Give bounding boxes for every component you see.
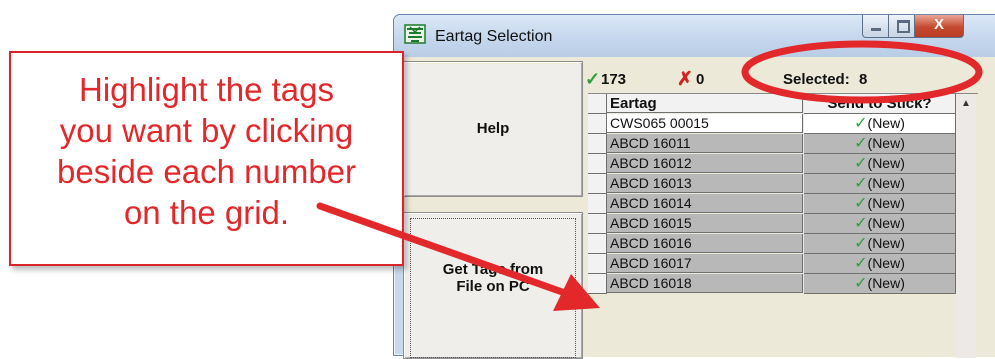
help-button[interactable]: Help [403, 61, 583, 197]
eartag-cell[interactable]: ABCD 16011 [607, 134, 803, 153]
send-to-stick-cell[interactable]: ✓(New) [804, 114, 956, 134]
send-status-text: (New) [867, 215, 905, 231]
send-status-text: (New) [867, 115, 905, 131]
callout-line: beside each number [56, 153, 357, 190]
row-selector-cell[interactable] [588, 274, 607, 294]
client-area: Help Get Tags from File on PC ✓ 173 ✗ 0 … [403, 57, 995, 359]
help-button-label: Help [476, 120, 510, 137]
send-to-stick-cell[interactable]: ✓(New) [804, 134, 956, 154]
table-row[interactable]: ABCD 16014 ✓(New) [588, 194, 976, 214]
table-row[interactable]: ABCD 16018 ✓(New) [588, 274, 976, 294]
check-icon: ✓ [854, 275, 868, 292]
eartag-grid: Eartag Send to Stick? CWS065 00015 ✓(New)… [588, 93, 978, 358]
table-row[interactable]: ABCD 16017 ✓(New) [588, 254, 976, 274]
app-icon [404, 24, 426, 44]
header-selector-cell[interactable] [588, 94, 607, 114]
send-status-text: (New) [867, 235, 905, 251]
row-selector-cell[interactable] [588, 214, 607, 234]
send-status-text: (New) [867, 155, 905, 171]
ok-check-icon: ✓ [585, 69, 601, 89]
row-selector-cell[interactable] [588, 174, 607, 194]
status-row: ✓ 173 ✗ 0 Selected: 8 [585, 61, 985, 95]
minimize-button[interactable] [862, 15, 889, 38]
check-icon: ✓ [854, 215, 868, 232]
selected-count: 8 [859, 71, 868, 88]
column-header-send-to-stick[interactable]: Send to Stick? [804, 94, 956, 114]
eartag-cell[interactable]: ABCD 16017 [607, 254, 803, 273]
eartag-cell[interactable]: ABCD 16014 [607, 194, 803, 213]
eartag-cell[interactable]: CWS065 00015 [607, 114, 803, 133]
callout-line: on the grid. [123, 194, 290, 231]
get-tags-button-label: Get Tags from File on PC [404, 261, 582, 295]
grid-header-row: Eartag Send to Stick? [588, 94, 976, 114]
get-tags-label-line1: Get Tags from [442, 261, 544, 278]
row-selector-cell[interactable] [588, 154, 607, 174]
check-icon: ✓ [854, 195, 868, 212]
send-to-stick-cell[interactable]: ✓(New) [804, 254, 956, 274]
selected-label: Selected: [783, 71, 850, 88]
eartag-selection-window: Eartag Selection X Help Get Tags from Fi… [393, 14, 995, 359]
eartag-cell[interactable]: ABCD 16012 [607, 154, 803, 173]
close-icon: X [933, 16, 944, 33]
get-tags-label-line2: File on PC [456, 278, 530, 295]
send-to-stick-cell[interactable]: ✓(New) [804, 274, 956, 294]
check-icon: ✓ [854, 115, 868, 132]
send-to-stick-cell[interactable]: ✓(New) [804, 214, 956, 234]
check-icon: ✓ [854, 135, 868, 152]
maximize-button[interactable] [888, 15, 915, 38]
row-selector-cell[interactable] [588, 114, 607, 134]
maximize-icon [897, 20, 910, 33]
row-selector-cell[interactable] [588, 234, 607, 254]
row-selector-cell[interactable] [588, 194, 607, 214]
error-cross-icon: ✗ [677, 69, 693, 90]
eartag-cell[interactable]: ABCD 16015 [607, 214, 803, 233]
row-selector-cell[interactable] [588, 254, 607, 274]
check-icon: ✓ [854, 255, 868, 272]
table-row[interactable]: ABCD 16013 ✓(New) [588, 174, 976, 194]
send-status-text: (New) [867, 195, 905, 211]
title-bar[interactable]: Eartag Selection X [394, 15, 995, 57]
instruction-callout: Highlight the tags you want by clicking … [9, 51, 404, 266]
column-header-eartag[interactable]: Eartag [607, 94, 803, 113]
table-row[interactable]: ABCD 16012 ✓(New) [588, 154, 976, 174]
send-status-text: (New) [867, 135, 905, 151]
row-selector-cell[interactable] [588, 134, 607, 154]
get-tags-from-file-button[interactable]: Get Tags from File on PC [403, 212, 583, 359]
table-row[interactable]: ABCD 16011 ✓(New) [588, 134, 976, 154]
eartag-cell[interactable]: ABCD 16013 [607, 174, 803, 193]
send-status-text: (New) [867, 275, 905, 291]
close-button[interactable]: X [914, 15, 964, 38]
send-to-stick-cell[interactable]: ✓(New) [804, 174, 956, 194]
callout-line: you want by clicking [59, 112, 354, 149]
send-to-stick-cell[interactable]: ✓(New) [804, 234, 956, 254]
minimize-icon [871, 28, 881, 31]
check-icon: ✓ [854, 155, 868, 172]
callout-line: Highlight the tags [79, 71, 334, 108]
window-title: Eartag Selection [435, 28, 553, 45]
send-status-text: (New) [867, 255, 905, 271]
error-count: 0 [696, 71, 705, 88]
callout-text: Highlight the tags you want by clicking … [11, 69, 402, 233]
check-icon: ✓ [854, 175, 868, 192]
eartag-cell[interactable]: ABCD 16016 [607, 234, 803, 253]
table-row[interactable]: ABCD 16016 ✓(New) [588, 234, 976, 254]
eartag-cell[interactable]: ABCD 16018 [607, 274, 803, 293]
table-row[interactable]: CWS065 00015 ✓(New) [588, 114, 976, 134]
send-status-text: (New) [867, 175, 905, 191]
send-to-stick-cell[interactable]: ✓(New) [804, 154, 956, 174]
send-to-stick-cell[interactable]: ✓(New) [804, 194, 956, 214]
scroll-up-arrow-icon[interactable]: ▲ [956, 94, 976, 114]
ok-count: 173 [601, 71, 627, 88]
table-row[interactable]: ABCD 16015 ✓(New) [588, 214, 976, 234]
vertical-scrollbar[interactable]: ▲ [956, 94, 976, 358]
check-icon: ✓ [854, 235, 868, 252]
